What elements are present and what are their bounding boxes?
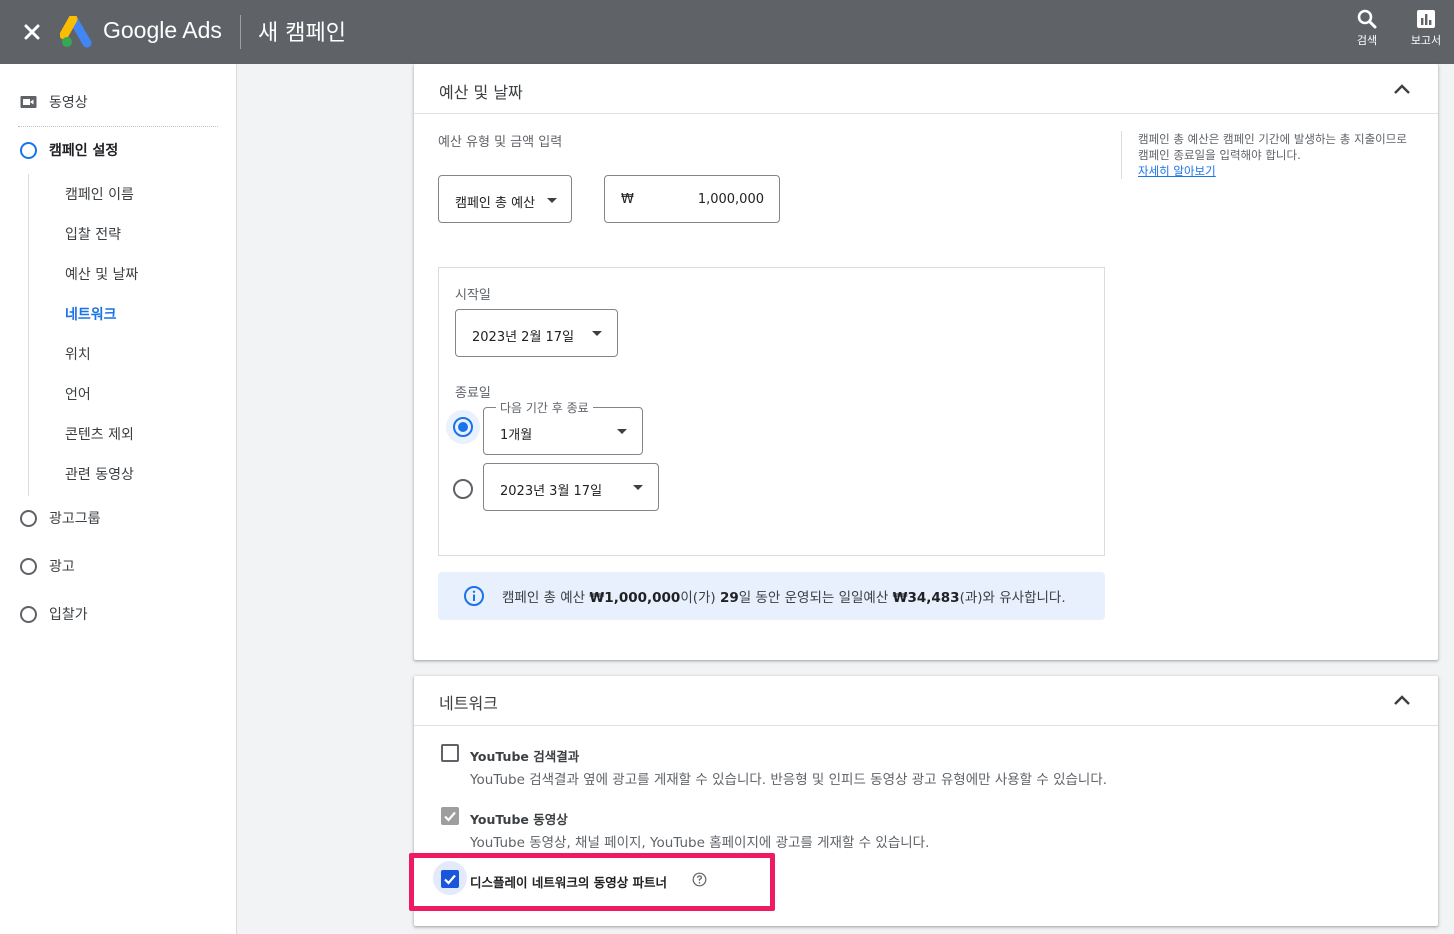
dropdown-arrow-icon [592, 331, 602, 336]
step-circle-icon [20, 557, 37, 575]
sidebar-item-ad-groups[interactable]: 광고그룹 [20, 506, 101, 530]
info-days: 29 [719, 590, 739, 606]
budget-help-text: 캠페인 총 예산은 캠페인 기간에 발생하는 총 지출이므로 캠페인 종료일을 … [1121, 131, 1411, 179]
card-header: 네트워크 [414, 676, 1438, 726]
reports-button[interactable]: 보고서 [1402, 8, 1450, 56]
currency-symbol: ₩ [621, 192, 634, 207]
card-title: 예산 및 날짜 [439, 83, 523, 102]
budget-type-dropdown[interactable]: 캠페인 총 예산 [438, 175, 572, 223]
youtube-search-title: YouTube 검색결과 [470, 749, 580, 764]
header-divider [240, 15, 241, 49]
dropdown-arrow-icon [617, 429, 627, 434]
card-title: 네트워크 [439, 694, 498, 713]
sidebar-sub-related-videos[interactable]: 관련 동영상 [65, 464, 134, 484]
sidebar-sub-content-exclusions[interactable]: 콘텐츠 제외 [65, 424, 134, 444]
close-icon[interactable] [18, 18, 46, 46]
budget-info-banner: 캠페인 총 예산 ₩1,000,000이(가) 29일 동안 운영되는 일일예산… [438, 572, 1105, 620]
help-text: 캠페인 총 예산은 캠페인 기간에 발생하는 총 지출이므로 캠페인 종료일을 … [1138, 132, 1407, 162]
end-duration-value: 1개월 [500, 428, 533, 443]
step-circle-icon [20, 141, 37, 159]
card-header: 예산 및 날짜 [414, 64, 1438, 114]
youtube-search-checkbox[interactable] [441, 744, 459, 762]
learn-more-link[interactable]: 자세히 알아보기 [1138, 164, 1216, 178]
info-text-part: 캠페인 총 예산 [502, 590, 590, 606]
sidebar: 동영상 캠페인 설정 캠페인 이름 입찰 전략 예산 및 날짜 네트워크 위치 … [0, 64, 237, 934]
youtube-search-desc: YouTube 검색결과 옆에 광고를 게재할 수 있습니다. 반응형 및 인피… [470, 772, 1108, 788]
date-settings-box: 시작일 2023년 2월 17일 종료일 다음 기간 후 종료 1개월 2023… [438, 267, 1105, 556]
sidebar-divider [18, 126, 218, 127]
info-text-part: (과)와 유사합니다. [959, 590, 1066, 606]
info-total-budget: ₩1,000,000 [589, 590, 681, 606]
sidebar-sub-bid-strategy[interactable]: 입찰 전략 [65, 224, 121, 244]
youtube-videos-title: YouTube 동영상 [470, 812, 568, 827]
sidebar-sub-campaign-name[interactable]: 캠페인 이름 [65, 184, 134, 204]
sidebar-item-campaign-settings[interactable]: 캠페인 설정 [20, 138, 118, 162]
end-date-value: 2023년 3월 17일 [500, 484, 603, 499]
info-text-part: 일 동안 운영되는 일일예산 [738, 590, 893, 606]
end-after-duration-radio[interactable] [453, 417, 473, 437]
brand-name: Google Ads [103, 17, 222, 43]
reports-label: 보고서 [1410, 34, 1442, 47]
sidebar-sub-networks[interactable]: 네트워크 [65, 304, 117, 324]
sidebar-step-line [28, 174, 29, 496]
sidebar-sub-locations[interactable]: 위치 [65, 344, 91, 364]
budget-label: 예산 유형 및 금액 입력 [438, 135, 563, 150]
budget-amount-value: 1,000,000 [697, 192, 764, 207]
sidebar-item-bids[interactable]: 입찰가 [20, 602, 88, 626]
page-title: 새 캠페인 [258, 21, 346, 46]
sidebar-step-label: 입찰가 [49, 607, 88, 623]
end-date-radio[interactable] [453, 479, 473, 499]
end-duration-dropdown[interactable]: 다음 기간 후 종료 1개월 [483, 399, 643, 455]
budget-info-text: 캠페인 총 예산 ₩1,000,000이(가) 29일 동안 운영되는 일일예산… [502, 586, 1066, 606]
end-date-label: 종료일 [455, 386, 491, 401]
youtube-videos-desc: YouTube 동영상, 채널 페이지, YouTube 홈페이지에 광고를 게… [470, 835, 930, 851]
google-ads-logo-icon [59, 14, 94, 48]
step-circle-icon [20, 509, 37, 527]
chevron-up-icon[interactable] [1392, 691, 1412, 711]
sidebar-sub-languages[interactable]: 언어 [65, 384, 91, 404]
checkmark-icon [444, 811, 456, 822]
info-text-part: 이(가) [680, 590, 720, 606]
budget-amount-input[interactable]: ₩ 1,000,000 [604, 175, 780, 223]
sidebar-step-label: 광고그룹 [49, 511, 101, 527]
sidebar-step-label: 캠페인 설정 [49, 143, 119, 159]
sidebar-sub-budget-dates[interactable]: 예산 및 날짜 [65, 264, 138, 284]
dropdown-arrow-icon [547, 198, 557, 203]
dropdown-arrow-icon [633, 485, 643, 490]
info-icon [464, 586, 484, 606]
sidebar-video-label: 동영상 [49, 95, 88, 111]
search-button[interactable]: 검색 [1343, 8, 1391, 56]
youtube-videos-checkbox[interactable] [441, 807, 459, 825]
budget-type-value: 캠페인 총 예산 [455, 196, 536, 211]
start-date-value: 2023년 2월 17일 [472, 330, 575, 345]
search-label: 검색 [1356, 34, 1378, 47]
reports-icon [1417, 10, 1435, 28]
sidebar-step-label: 광고 [49, 559, 75, 575]
start-date-label: 시작일 [455, 288, 491, 303]
budget-dates-card: 예산 및 날짜 예산 유형 및 금액 입력 캠페인 총 예산 ₩ 1,000,0… [414, 64, 1438, 660]
search-icon [1357, 9, 1377, 29]
end-duration-floating-label: 다음 기간 후 종료 [496, 399, 593, 416]
sidebar-item-ads[interactable]: 광고 [20, 554, 75, 578]
video-camera-icon [20, 96, 37, 108]
top-app-bar: Google Ads 새 캠페인 검색 보고서 [0, 0, 1454, 64]
start-date-dropdown[interactable]: 2023년 2월 17일 [455, 309, 618, 357]
end-date-dropdown[interactable]: 2023년 3월 17일 [483, 463, 659, 511]
highlight-annotation-box [409, 853, 775, 911]
sidebar-item-video[interactable]: 동영상 [20, 92, 88, 112]
step-circle-icon [20, 605, 37, 623]
chevron-up-icon[interactable] [1392, 80, 1412, 100]
info-daily-budget: ₩34,483 [892, 590, 960, 606]
